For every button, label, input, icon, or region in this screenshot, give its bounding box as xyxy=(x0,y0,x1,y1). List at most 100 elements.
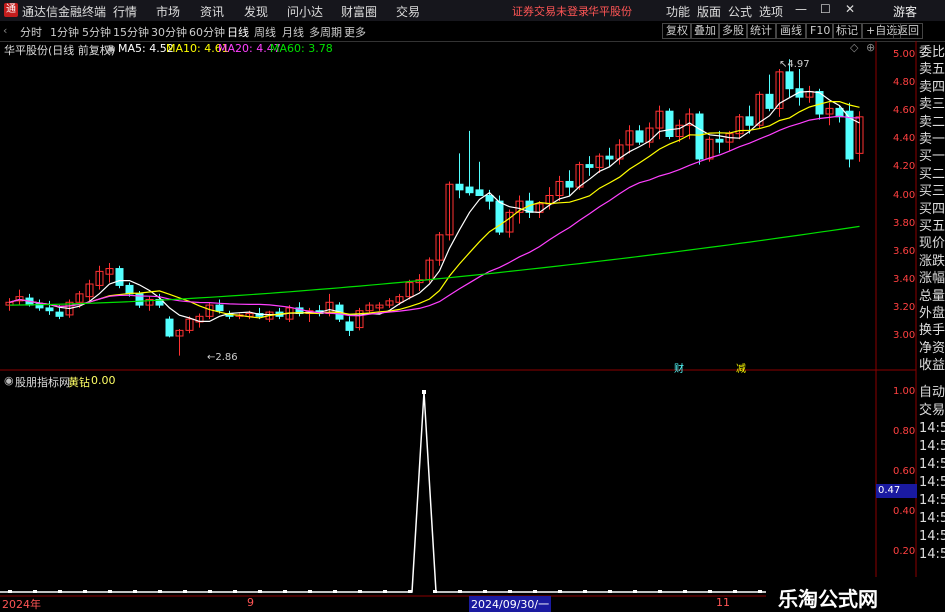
candle-body xyxy=(485,195,494,202)
side-panel-item[interactable]: 现价 xyxy=(919,235,945,253)
low-annotation: ←2.86 xyxy=(207,352,238,363)
price-tick: 3.00 xyxy=(893,330,916,341)
side-panel-item[interactable]: 卖三 xyxy=(919,96,945,114)
indicator-value: 0.00 xyxy=(91,374,116,387)
side-panel-item[interactable]: 委比 xyxy=(919,44,945,62)
side-panel-item[interactable]: 买四 xyxy=(919,201,945,219)
signal-dot xyxy=(108,590,112,593)
sub-side-item[interactable]: 14:56 xyxy=(919,510,945,528)
signal-dot xyxy=(608,590,612,593)
sub-axis-tick: 0.80 xyxy=(893,426,916,437)
sub-side-item[interactable]: 14:56 xyxy=(919,528,945,546)
candle-body xyxy=(475,189,484,197)
candle-body xyxy=(605,155,614,160)
signal-dot xyxy=(158,590,162,593)
side-panel-item[interactable]: 涨跌 xyxy=(919,253,945,271)
date-end: 11 xyxy=(716,596,730,609)
signal-dot xyxy=(658,590,662,593)
candle-body xyxy=(585,164,594,168)
price-tick: 3.80 xyxy=(893,217,916,229)
signal-dot xyxy=(358,590,362,593)
candle-body xyxy=(125,284,134,295)
candle-body xyxy=(785,71,794,90)
sub-side-item[interactable]: 14:56 xyxy=(919,546,945,564)
signal-dot xyxy=(383,590,387,593)
candle-body xyxy=(765,93,774,109)
price-tick: 3.40 xyxy=(893,273,916,285)
reduce-marker[interactable]: 减 xyxy=(735,360,747,375)
sub-side-item[interactable]: 14:56 xyxy=(919,474,945,492)
signal-dot xyxy=(208,590,212,593)
signal-dot xyxy=(558,590,562,593)
signal-dot xyxy=(8,590,12,593)
signal-dot xyxy=(258,590,262,593)
side-panel-item[interactable]: 卖五 xyxy=(919,61,945,79)
watermark-title: 乐淘公式网 xyxy=(778,587,878,611)
price-tick: 3.60 xyxy=(893,245,916,257)
signal-dot xyxy=(33,590,37,593)
signal-line xyxy=(0,391,876,593)
date-mid: 9 xyxy=(247,596,254,609)
sub-side-item[interactable]: 14:56 xyxy=(919,456,945,474)
sub-side-item[interactable]: 14:56 xyxy=(919,420,945,438)
candle-body xyxy=(215,304,224,312)
side-panel-item[interactable]: 收益 xyxy=(919,357,945,375)
signal-dot xyxy=(458,590,462,593)
price-tick: 4.60 xyxy=(893,105,916,117)
chart-canvas xyxy=(0,41,917,597)
side-panel-item[interactable]: 卖一 xyxy=(919,131,945,149)
signal-dot xyxy=(683,590,687,593)
side-panel-item[interactable]: 卖四 xyxy=(919,79,945,97)
candle-body xyxy=(695,113,704,160)
price-tick: 4.00 xyxy=(893,189,916,201)
side-panel-item[interactable]: 买一 xyxy=(919,148,945,166)
side-panel-item[interactable]: 买三 xyxy=(919,183,945,201)
side-panel-item[interactable]: 换手 xyxy=(919,322,945,340)
price-tick: 4.20 xyxy=(893,161,916,173)
side-panel-item[interactable]: 买五 xyxy=(919,218,945,236)
candle-body xyxy=(745,116,754,126)
sub-side-item[interactable]: 交易 xyxy=(919,402,945,420)
signal-dot xyxy=(133,590,137,593)
finance-marker[interactable]: 财 xyxy=(673,360,685,375)
candle-body xyxy=(455,183,464,191)
signal-dot xyxy=(333,590,337,593)
date-cursor: 2024/09/30/一 xyxy=(469,596,552,612)
candle-body xyxy=(635,130,644,143)
crosshair-value-marker: 0.47 xyxy=(876,484,917,498)
sub-axis-tick: 0.60 xyxy=(893,466,916,477)
sub-side-item[interactable]: 14:56 xyxy=(919,438,945,456)
date-start: 2024年 xyxy=(2,598,41,611)
indicator-source: 股朋指标网 xyxy=(15,376,70,389)
side-panel-item[interactable]: 买二 xyxy=(919,166,945,184)
candle-body xyxy=(345,321,354,331)
candle-body xyxy=(165,318,174,337)
signal-dot xyxy=(433,590,437,593)
signal-dot xyxy=(308,590,312,593)
indicator-name: 黄钻 xyxy=(68,376,90,389)
candle-body xyxy=(115,268,124,286)
indicator-settings-icon[interactable]: ◉ xyxy=(4,374,14,387)
side-panel-item[interactable]: 涨幅 xyxy=(919,270,945,288)
side-panel-item[interactable]: 外盘 xyxy=(919,305,945,323)
signal-group xyxy=(0,390,876,593)
side-panel-item[interactable]: 卖二 xyxy=(919,114,945,132)
sub-side-item[interactable]: 自动 xyxy=(919,384,945,402)
signal-dot xyxy=(758,590,762,593)
signal-dot xyxy=(83,590,87,593)
candle-body xyxy=(55,311,64,317)
high-annotation: ↖4.97 xyxy=(779,59,810,70)
sub-axis-tick: 1.00 xyxy=(893,386,916,397)
side-panel-item[interactable]: 净资 xyxy=(919,340,945,358)
sub-axis-tick: 0.40 xyxy=(893,506,916,517)
ma-lines-group xyxy=(9,90,860,322)
signal-dot xyxy=(508,590,512,593)
price-tick: 5.00 xyxy=(893,49,916,60)
sub-side-item[interactable]: 14:56 xyxy=(919,492,945,510)
sub-axis-tick: 0.20 xyxy=(893,546,916,557)
side-panel-item[interactable]: 总量 xyxy=(919,288,945,306)
candle-body xyxy=(465,186,474,194)
candle-body xyxy=(45,307,54,312)
signal-dot xyxy=(283,590,287,593)
candle-body xyxy=(565,180,574,188)
